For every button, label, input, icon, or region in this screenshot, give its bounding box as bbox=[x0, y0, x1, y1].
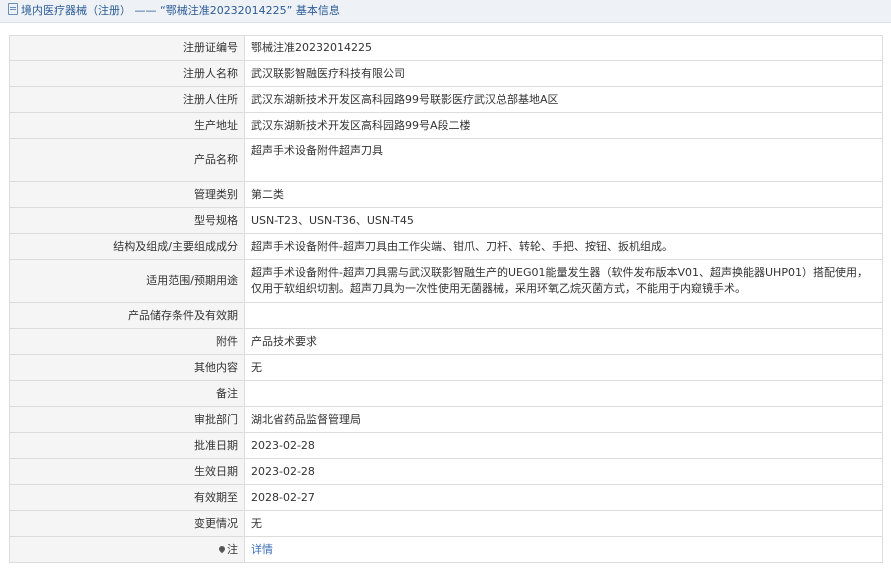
field-value: 超声手术设备附件-超声刀具需与武汉联影智融生产的UEG01能量发生器（软件发布版… bbox=[244, 259, 883, 303]
field-value: 武汉联影智融医疗科技有限公司 bbox=[244, 60, 883, 87]
table-row: 审批部门 湖北省药品监督管理局 bbox=[9, 406, 883, 433]
field-value: 第二类 bbox=[244, 181, 883, 208]
field-label: 产品名称 bbox=[9, 138, 245, 182]
document-icon bbox=[8, 3, 18, 15]
field-label: 有效期至 bbox=[9, 484, 245, 511]
field-label: 管理类别 bbox=[9, 181, 245, 208]
table-row: 批准日期 2023-02-28 bbox=[9, 432, 883, 459]
table-row: 产品储存条件及有效期 bbox=[9, 302, 883, 329]
table-row: 其他内容 无 bbox=[9, 354, 883, 381]
field-value bbox=[244, 380, 883, 407]
table-row: 有效期至 2028-02-27 bbox=[9, 484, 883, 511]
field-label: 型号规格 bbox=[9, 207, 245, 234]
table-row: 注册人住所 武汉东湖新技术开发区高科园路99号联影医疗武汉总部基地A区 bbox=[9, 86, 883, 113]
field-label: 注册人名称 bbox=[9, 60, 245, 87]
page-title: 境内医疗器械（注册） —— “鄂械注准20232014225” 基本信息 bbox=[21, 4, 340, 17]
field-value: 2028-02-27 bbox=[244, 484, 883, 511]
field-label: 注册证编号 bbox=[9, 35, 245, 61]
field-label: 生效日期 bbox=[9, 458, 245, 485]
field-value: 2023-02-28 bbox=[244, 458, 883, 485]
table-row: 注册人名称 武汉联影智融医疗科技有限公司 bbox=[9, 60, 883, 87]
table-row: 生效日期 2023-02-28 bbox=[9, 458, 883, 485]
table-row: 管理类别 第二类 bbox=[9, 181, 883, 208]
table-row: 附件 产品技术要求 bbox=[9, 328, 883, 355]
table-row: 型号规格 USN-T23、USN-T36、USN-T45 bbox=[9, 207, 883, 234]
field-label: 附件 bbox=[9, 328, 245, 355]
page-header: 境内医疗器械（注册） —— “鄂械注准20232014225” 基本信息 bbox=[0, 0, 891, 23]
info-table: 注册证编号 鄂械注准20232014225 注册人名称 武汉联影智融医疗科技有限… bbox=[9, 35, 883, 563]
field-value: 详情 bbox=[244, 536, 883, 563]
field-label: 批准日期 bbox=[9, 432, 245, 459]
field-label: 其他内容 bbox=[9, 354, 245, 381]
field-label: 生产地址 bbox=[9, 112, 245, 139]
field-value bbox=[244, 302, 883, 329]
field-label: 适用范围/预期用途 bbox=[9, 259, 245, 303]
field-value: 武汉东湖新技术开发区高科园路99号联影医疗武汉总部基地A区 bbox=[244, 86, 883, 113]
field-value: 超声手术设备附件超声刀具 bbox=[244, 138, 883, 182]
field-value: 无 bbox=[244, 510, 883, 537]
table-row: 注册证编号 鄂械注准20232014225 bbox=[9, 35, 883, 61]
field-label: 产品储存条件及有效期 bbox=[9, 302, 245, 329]
field-value: 无 bbox=[244, 354, 883, 381]
field-label: 结构及组成/主要组成成分 bbox=[9, 233, 245, 260]
table-row: 适用范围/预期用途 超声手术设备附件-超声刀具需与武汉联影智融生产的UEG01能… bbox=[9, 259, 883, 303]
field-label: 变更情况 bbox=[9, 510, 245, 537]
note-label: 注 bbox=[227, 542, 238, 556]
field-label: 审批部门 bbox=[9, 406, 245, 433]
field-label: 备注 bbox=[9, 380, 245, 407]
field-value: 2023-02-28 bbox=[244, 432, 883, 459]
field-value: 超声手术设备附件-超声刀具由工作尖端、钳爪、刀杆、转轮、手把、按钮、扳机组成。 bbox=[244, 233, 883, 260]
table-row: 变更情况 无 bbox=[9, 510, 883, 537]
field-value: USN-T23、USN-T36、USN-T45 bbox=[244, 207, 883, 234]
field-value: 产品技术要求 bbox=[244, 328, 883, 355]
field-value: 湖北省药品监督管理局 bbox=[244, 406, 883, 433]
details-link[interactable]: 详情 bbox=[251, 543, 273, 556]
field-value: 武汉东湖新技术开发区高科园路99号A段二楼 bbox=[244, 112, 883, 139]
table-row: 生产地址 武汉东湖新技术开发区高科园路99号A段二楼 bbox=[9, 112, 883, 139]
table-row: 产品名称 超声手术设备附件超声刀具 bbox=[9, 138, 883, 182]
table-row: 注 详情 bbox=[9, 536, 883, 563]
table-row: 结构及组成/主要组成成分 超声手术设备附件-超声刀具由工作尖端、钳爪、刀杆、转轮… bbox=[9, 233, 883, 260]
field-label: 注册人住所 bbox=[9, 86, 245, 113]
pin-icon bbox=[217, 544, 227, 553]
field-label: 注 bbox=[9, 536, 245, 563]
field-value: 鄂械注准20232014225 bbox=[244, 35, 883, 61]
table-row: 备注 bbox=[9, 380, 883, 407]
